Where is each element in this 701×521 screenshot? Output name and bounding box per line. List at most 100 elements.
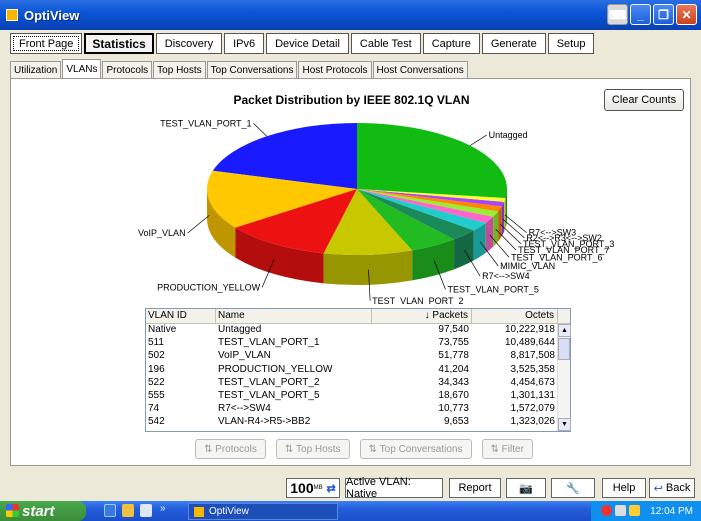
subtab-host-protocols[interactable]: Host Protocols [298,61,372,78]
tab-cable-test[interactable]: Cable Test [350,33,421,54]
table-row[interactable]: 74 R7<-->SW4 10,773 1,572,079 [146,403,570,416]
maximize-button[interactable]: ❐ [653,4,674,25]
back-arrow-icon: ↩ [653,482,663,495]
network-icon[interactable] [615,505,626,516]
pie-slice-label: R7<-->SW4 [482,271,530,281]
cell-packets: 73,755 [438,337,469,349]
pie-slice-label: TEST_VLAN_PORT_2 [372,296,463,305]
active-vlan-button[interactable]: Active VLAN: Native [345,476,443,500]
title-bar: OptiView ⌨ _ ❐ ✕ [0,0,701,30]
table-header: VLAN ID Name ↓ Packets Octets [146,309,570,324]
table-scrollbar[interactable]: ▲ ▼ [557,324,571,431]
cell-name: VLAN-R4->R5->BB2 [218,416,311,428]
cell-name: PRODUCTION_YELLOW [218,363,333,375]
cell-packets: 41,204 [438,363,469,375]
cell-vlan-id: 511 [148,337,164,349]
cell-octets: 4,454,673 [510,376,556,388]
pie-slice-label: TEST_VLAN_PORT_1 [160,118,251,128]
top-conversations-label: Top Conversations [379,443,463,455]
pie-slice-side [485,216,494,253]
close-button[interactable]: ✕ [676,4,697,25]
table-row[interactable]: 196 PRODUCTION_YELLOW 41,204 3,525,358 [146,364,570,377]
protocols-button[interactable]: ⇅ Protocols [195,439,266,459]
cell-octets: 10,489,644 [504,337,555,349]
pie-slice-label: PRODUCTION_YELLOW [157,282,261,292]
filter-button[interactable]: ⇅ Filter [481,439,533,459]
subtab-top-hosts[interactable]: Top Hosts [153,61,206,78]
subtab-protocols[interactable]: Protocols [102,61,153,78]
window-title: OptiView [24,7,80,23]
table-row[interactable]: 511 TEST_VLAN_PORT_1 73,755 10,489,644 [146,337,570,350]
tab-device-detail[interactable]: Device Detail [266,33,349,54]
col-packets[interactable]: ↓ Packets [372,309,472,323]
tab-discovery[interactable]: Discovery [155,33,223,54]
swap-icon: ⇅ [490,443,499,455]
ie-icon[interactable] [104,504,116,517]
taskbar-item-optiview[interactable]: OptiView [188,503,338,520]
taskbar: start » OptiView 12:04 PM [0,501,701,521]
table-row[interactable]: 542 VLAN-R4->R5->BB2 9,653 1,323,026 [146,416,570,429]
tab-front-page[interactable]: Front Page [10,33,83,54]
swap-icon: ⇅ [204,443,213,455]
cell-vlan-id: 522 [148,376,165,388]
col-vlan-id[interactable]: VLAN ID [146,309,216,323]
scroll-down-icon[interactable]: ▼ [558,418,571,431]
filter-label: Filter [501,443,524,455]
tab-generate[interactable]: Generate [481,33,546,54]
table-row[interactable]: 522 TEST_VLAN_PORT_2 34,343 4,454,673 [146,377,570,390]
camera-icon[interactable]: 📷 [506,478,546,498]
cell-octets: 8,817,508 [510,350,556,362]
table-row[interactable]: 555 TEST_VLAN_PORT_5 18,670 1,301,131 [146,390,570,403]
cell-vlan-id: Native [148,324,177,335]
pie-slice-label: TEST_VLAN_PORT_5 [447,284,538,294]
subtab-host-conversations[interactable]: Host Conversations [372,61,468,78]
tools-icon[interactable]: 🔧 [551,478,595,498]
keyboard-icon[interactable]: ⌨ [607,4,628,25]
scroll-thumb[interactable] [558,338,570,360]
vlan-table: VLAN ID Name ↓ Packets Octets Native Unta… [145,308,571,432]
pie-leader-line [469,134,487,146]
speaker-icon[interactable] [629,505,640,516]
security-icon[interactable] [601,505,612,516]
link-speed-button[interactable]: 100 MB ⇄ [286,478,340,498]
table-row[interactable]: Native Untagged 97,540 10,222,918 [146,324,570,337]
report-button[interactable]: Report [449,478,501,498]
tab-capture[interactable]: Capture [422,33,480,54]
cell-octets: 10,222,918 [504,324,555,335]
help-button[interactable]: Help [602,478,646,498]
tab-statistics[interactable]: Statistics [84,33,154,54]
start-button[interactable]: start [0,501,86,521]
top-conversations-button[interactable]: ⇅ Top Conversations [359,439,472,459]
pie-slice-label: MIMIC_VLAN [500,261,555,271]
minimize-button[interactable]: _ [630,4,651,25]
col-name[interactable]: Name [216,309,372,323]
back-button[interactable]: ↩ Back [649,478,695,498]
system-tray: 12:04 PM [591,501,701,521]
subtab-top-conversations[interactable]: Top Conversations [206,61,298,78]
tab-setup[interactable]: Setup [547,33,595,54]
subtab-vlans[interactable]: VLANs [62,59,102,78]
media-icon[interactable] [140,504,152,517]
windows-flag-icon [6,504,19,517]
swap-icon: ⇅ [368,443,377,455]
subtab-utilization[interactable]: Utilization [10,61,62,78]
scroll-up-icon[interactable]: ▲ [558,324,571,337]
protocols-label: Protocols [215,443,257,455]
cell-packets: 97,540 [438,324,469,335]
cell-packets: 34,343 [438,376,469,388]
cell-vlan-id: 542 [148,416,165,428]
cell-name: Untagged [218,324,262,335]
cell-vlan-id: 502 [148,350,165,362]
chevron-right-icon[interactable]: » [160,503,166,514]
folder-icon[interactable] [122,504,134,517]
col-octets[interactable]: Octets [472,309,558,323]
status-bar: 100 MB ⇄ Active VLAN: Native Report 📷 🔧 H… [0,476,701,500]
pie-slice-side [323,250,413,285]
tab-ipv6[interactable]: IPv6 [224,33,265,54]
pie-slice[interactable] [357,123,507,198]
main-tabs: Front Page Statistics Discovery IPv6 Dev… [10,33,595,54]
cell-vlan-id: 74 [148,403,160,415]
vlan-panel: Packet Distribution by IEEE 802.1Q VLAN … [10,78,691,466]
top-hosts-button[interactable]: ⇅ Top Hosts [275,439,350,459]
table-row[interactable]: 502 VoIP_VLAN 51,778 8,817,508 [146,350,570,363]
